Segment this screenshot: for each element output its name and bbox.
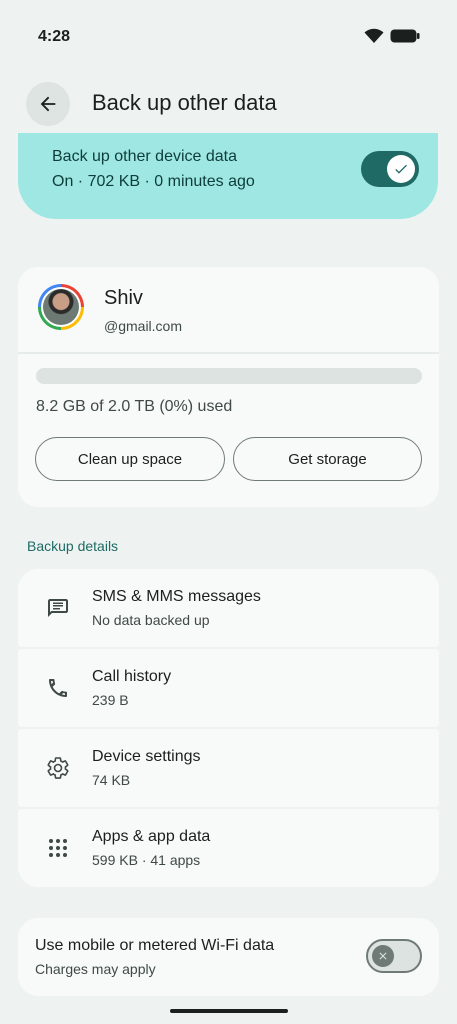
wifi-icon [364,28,384,43]
home-indicator[interactable] [170,1009,288,1013]
status-bar: 4:28 [0,0,457,72]
divider [18,352,439,354]
storage-progress-bar [36,368,422,384]
backup-item-apps[interactable]: Apps & app data 599 KB · 41 apps [18,809,439,887]
check-icon [395,164,407,174]
storage-usage-text: 8.2 GB of 2.0 TB (0%) used [36,398,233,415]
backup-toggle-title: Back up other device data [52,148,238,165]
message-icon [48,599,68,617]
account-email: @gmail.com [104,318,183,334]
switch-knob [387,155,415,183]
avatar[interactable] [38,284,84,330]
apps-grid-icon [49,839,67,857]
phone-icon [49,679,67,697]
section-label-backup-details: Backup details [27,538,119,554]
backup-item-device-settings[interactable]: Device settings 74 KB [18,729,439,807]
arrow-left-icon [40,96,56,112]
page-title: Back up other data [92,90,277,115]
mobile-data-title: Use mobile or metered Wi-Fi data [35,937,275,954]
backup-item-title: Call history [92,668,172,685]
backup-details-list: SMS & MMS messages No data backed up Cal… [18,569,439,889]
backup-item-title: Device settings [92,748,201,765]
back-button[interactable] [26,82,70,126]
backup-item-call-history[interactable]: Call history 239 B [18,649,439,727]
backup-item-subtitle: No data backed up [92,612,210,628]
battery-icon [390,29,420,43]
backup-toggle-status: On · 702 KB · 0 minutes ago [52,173,255,190]
backup-switch[interactable] [361,151,419,187]
close-icon [379,952,387,960]
gear-icon [47,757,69,779]
switch-knob [372,945,394,967]
backup-item-title: Apps & app data [92,828,211,845]
backup-item-subtitle: 599 KB · 41 apps [92,852,201,868]
mobile-data-card[interactable]: Use mobile or metered Wi-Fi data Charges… [18,918,439,996]
account-name: Shiv [104,287,143,309]
backup-item-title: SMS & MMS messages [92,588,261,605]
clean-up-space-button[interactable]: Clean up space [35,437,225,481]
account-card: Shiv @gmail.com 8.2 GB of 2.0 TB (0%) us… [18,267,439,507]
mobile-data-subtitle: Charges may apply [35,961,156,977]
status-time: 4:28 [38,28,71,45]
get-storage-button[interactable]: Get storage [233,437,422,481]
mobile-data-switch[interactable] [366,939,422,973]
backup-toggle-card[interactable]: Back up other device data On · 702 KB · … [18,133,438,219]
backup-item-subtitle: 74 KB [92,772,131,788]
backup-item-sms[interactable]: SMS & MMS messages No data backed up [18,569,439,647]
backup-item-subtitle: 239 B [92,692,129,708]
avatar-photo [43,289,79,325]
